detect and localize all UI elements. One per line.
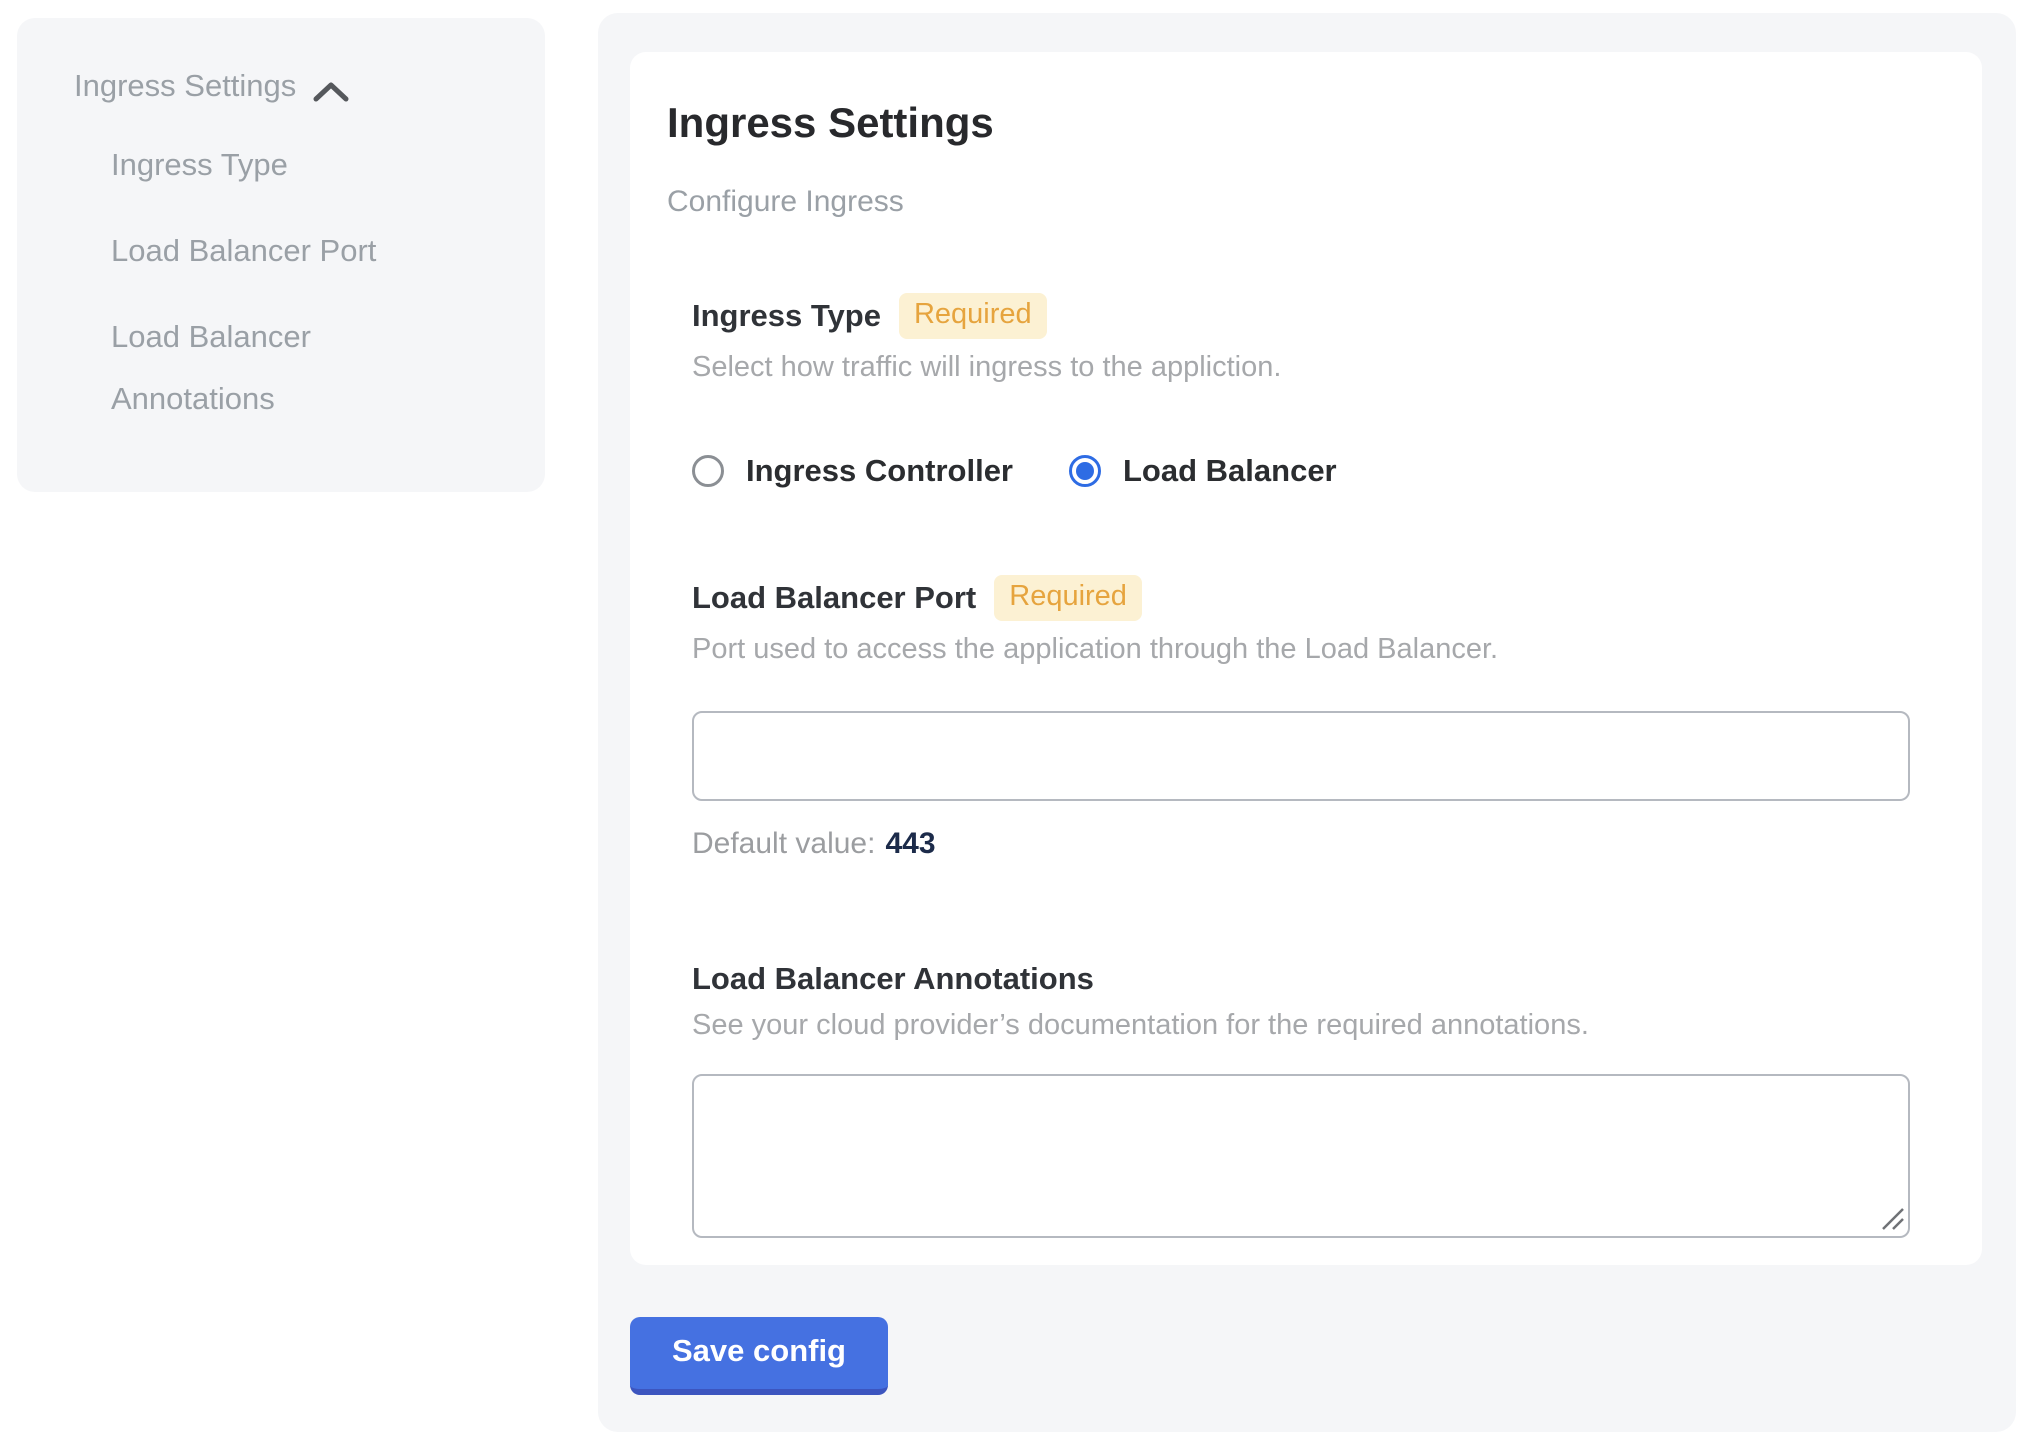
chevron-up-icon [312,75,350,101]
sidebar-section-label: Ingress Settings [74,66,296,106]
section-heading-row: Load Balancer Annotations [692,961,1942,997]
section-load-balancer-port: Load Balancer Port Required Port used to… [692,575,1942,861]
sidebar-section-header[interactable]: Ingress Settings [74,66,505,106]
sidebar-item-ingress-type[interactable]: Ingress Type [111,134,441,196]
section-heading: Load Balancer Port [692,580,976,616]
section-description: Port used to access the application thro… [692,631,1942,667]
sidebar-item-load-balancer-annotations[interactable]: Load Balancer Annotations [111,306,441,430]
section-ingress-type: Ingress Type Required Select how traffic… [692,293,1942,489]
settings-sidebar: Ingress Settings Ingress Type Load Balan… [17,18,545,492]
sidebar-nav: Ingress Type Load Balancer Port Load Bal… [111,134,505,430]
load-balancer-port-input[interactable] [692,711,1910,801]
form-sections: Ingress Type Required Select how traffic… [692,293,1942,1238]
section-load-balancer-annotations: Load Balancer Annotations See your cloud… [692,961,1942,1237]
radio-label: Load Balancer [1123,453,1337,489]
load-balancer-annotations-textarea[interactable] [692,1074,1910,1238]
radio-circle-icon [1069,455,1101,487]
save-config-button[interactable]: Save config [630,1317,888,1395]
main-panel: Ingress Settings Configure Ingress Ingre… [598,13,2016,1432]
section-description: Select how traffic will ingress to the a… [692,349,1942,385]
required-badge: Required [994,575,1142,621]
section-heading-row: Ingress Type Required [692,293,1942,339]
default-value: 443 [885,827,935,860]
radio-label: Ingress Controller [746,453,1013,489]
radio-circle-icon [692,455,724,487]
ingress-settings-card: Ingress Settings Configure Ingress Ingre… [630,52,1982,1265]
default-value-label: Default value: [692,827,875,860]
sidebar-item-load-balancer-port[interactable]: Load Balancer Port [111,220,441,282]
page-subtitle: Configure Ingress [667,185,1942,219]
radio-ingress-controller[interactable]: Ingress Controller [692,453,1013,489]
required-badge: Required [899,293,1047,339]
section-description: See your cloud provider’s documentation … [692,1007,1942,1043]
default-value-line: Default value: 443 [692,827,1942,861]
page-title: Ingress Settings [667,97,1942,149]
radio-load-balancer[interactable]: Load Balancer [1069,453,1337,489]
annotations-textarea-wrap [692,1074,1910,1238]
section-heading: Ingress Type [692,298,881,334]
section-heading: Load Balancer Annotations [692,961,1094,997]
section-heading-row: Load Balancer Port Required [692,575,1942,621]
ingress-type-radio-group: Ingress Controller Load Balancer [692,453,1942,489]
